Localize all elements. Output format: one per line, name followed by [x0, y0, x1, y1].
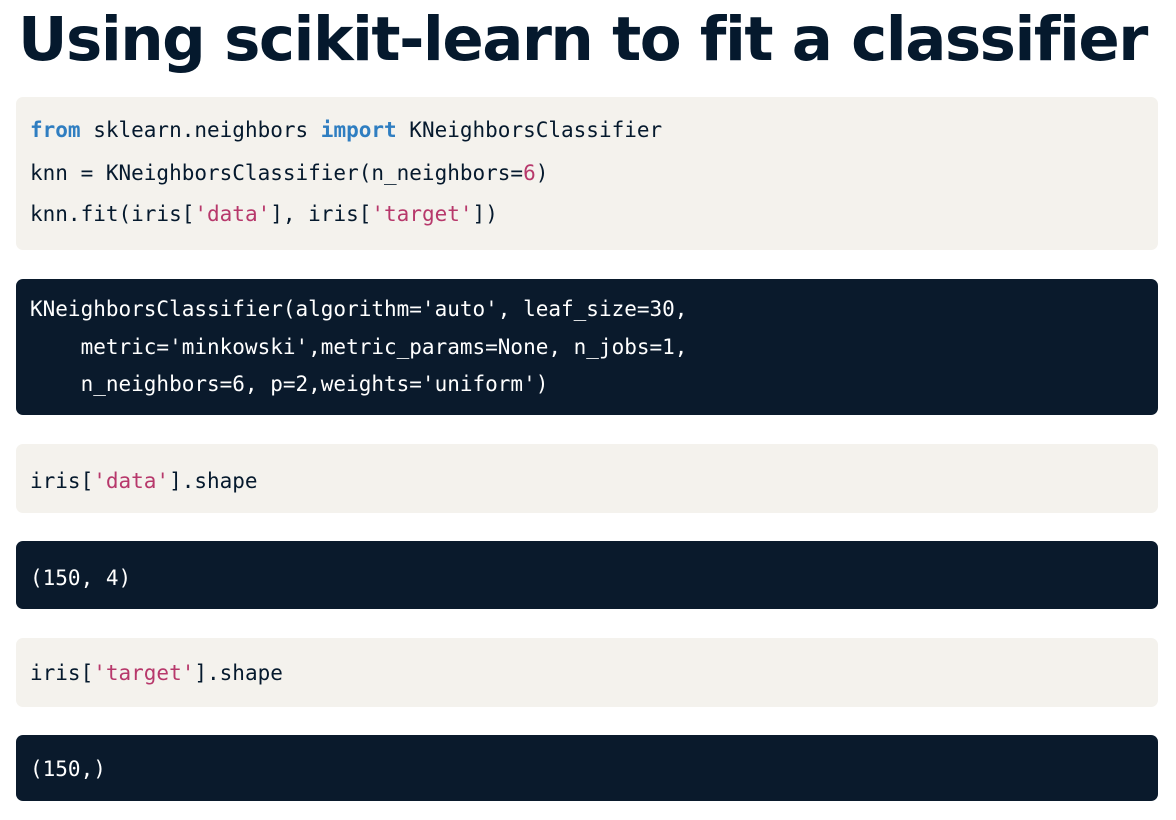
output-line-target-shape: (150,) — [30, 757, 106, 781]
string-literal-data: 'data' — [93, 469, 170, 493]
output-cell-data-shape: (150, 4) — [16, 541, 1158, 609]
keyword-import: import — [320, 118, 397, 142]
code-text: ]) — [472, 202, 498, 226]
code-text: ].shape — [194, 661, 283, 685]
class-name: KNeighborsClassifier — [396, 118, 663, 142]
slide-title: Using scikit-learn to fit a classifier — [18, 4, 1148, 75]
code-text: iris[ — [30, 469, 94, 493]
output-line-3: n_neighbors=6, p=2,weights='uniform') — [30, 372, 549, 396]
number-literal: 6 — [523, 161, 536, 185]
keyword-from: from — [30, 118, 81, 142]
code-text: knn = KNeighborsClassifier(n_neighbors= — [30, 161, 524, 185]
code-line-fit: knn.fit(iris['data'], iris['target']) — [30, 201, 498, 227]
code-text: ) — [535, 161, 549, 185]
output-cell-fit: KNeighborsClassifier(algorithm='auto', l… — [16, 279, 1158, 415]
output-line-data-shape: (150, 4) — [30, 566, 132, 590]
code-cell-data-shape[interactable]: iris['data'].shape — [16, 444, 1158, 513]
string-literal-target: 'target' — [371, 202, 473, 226]
string-literal-data: 'data' — [194, 202, 271, 226]
code-cell-target-shape[interactable]: iris['target'].shape — [16, 638, 1158, 707]
code-cell-import-fit[interactable]: from sklearn.neighbors import KNeighbors… — [16, 97, 1158, 250]
code-line-import: from sklearn.neighbors import KNeighbors… — [30, 117, 662, 143]
code-text: ], iris[ — [270, 202, 372, 226]
output-line-1: KNeighborsClassifier(algorithm='auto', l… — [30, 297, 688, 321]
code-line-data-shape: iris['data'].shape — [30, 468, 258, 494]
code-text: knn.fit(iris[ — [30, 202, 195, 226]
code-text: iris[ — [30, 661, 94, 685]
code-line-target-shape: iris['target'].shape — [30, 660, 283, 686]
module-name: sklearn.neighbors — [80, 118, 321, 142]
code-text: ].shape — [169, 469, 258, 493]
output-cell-target-shape: (150,) — [16, 735, 1158, 801]
code-line-instantiate: knn = KNeighborsClassifier(n_neighbors=6… — [30, 160, 548, 186]
output-line-2: metric='minkowski',metric_params=None, n… — [30, 335, 688, 359]
string-literal-target: 'target' — [93, 661, 195, 685]
